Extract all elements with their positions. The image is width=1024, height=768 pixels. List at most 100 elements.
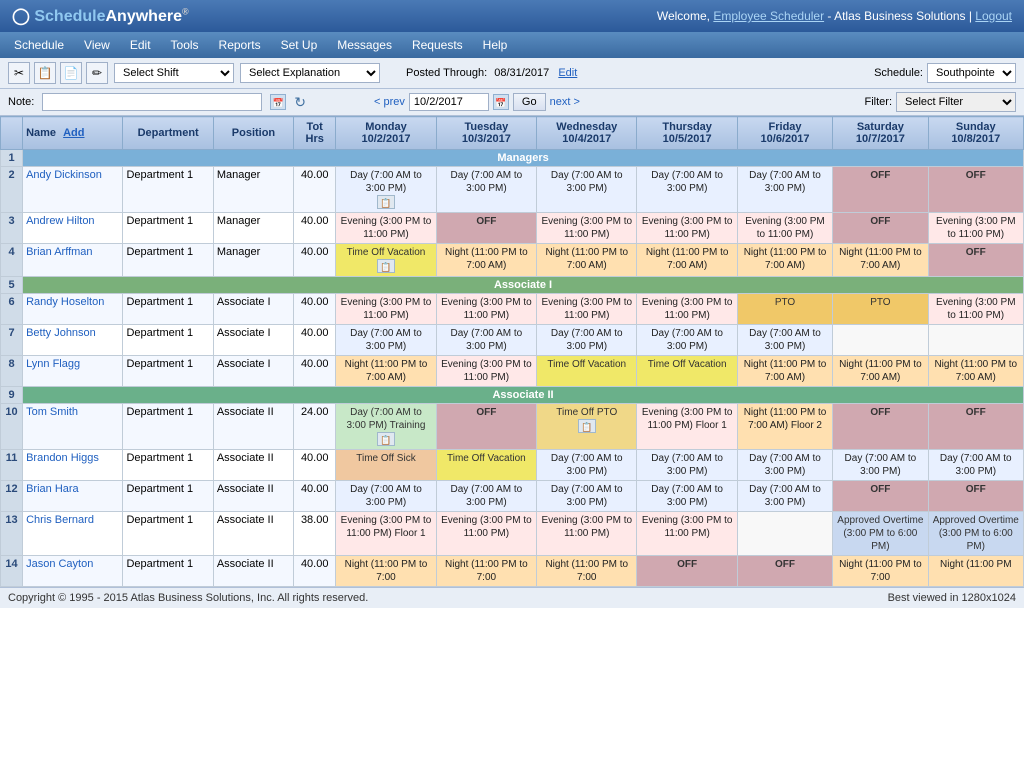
employee-name[interactable]: Andrew Hilton xyxy=(23,213,123,244)
sunday-cell[interactable]: Approved Overtime (3:00 PM to 6:00 PM) xyxy=(928,512,1023,556)
tuesday-cell[interactable]: Evening (3:00 PM to 11:00 PM) xyxy=(436,294,536,325)
monday-cell[interactable]: Day (7:00 AM to 3:00 PM)📋 xyxy=(336,167,436,213)
monday-cell[interactable]: Time Off Sick xyxy=(336,450,436,481)
nav-setup[interactable]: Set Up xyxy=(271,32,328,58)
thursday-cell[interactable]: OFF xyxy=(637,556,737,587)
nav-schedule[interactable]: Schedule xyxy=(4,32,74,58)
friday-cell[interactable]: Night (11:00 PM to 7:00 AM) xyxy=(737,356,832,387)
thursday-cell[interactable]: Evening (3:00 PM to 11:00 PM) xyxy=(637,213,737,244)
friday-cell[interactable]: Day (7:00 AM to 3:00 PM) xyxy=(737,450,832,481)
tuesday-cell[interactable]: OFF xyxy=(436,404,536,450)
sunday-cell[interactable]: Evening (3:00 PM to 11:00 PM) xyxy=(928,294,1023,325)
tuesday-cell[interactable]: Day (7:00 AM to 3:00 PM) xyxy=(436,167,536,213)
thursday-cell[interactable]: Evening (3:00 PM to 11:00 PM) xyxy=(637,294,737,325)
wednesday-cell[interactable]: Evening (3:00 PM to 11:00 PM) xyxy=(537,512,637,556)
friday-cell[interactable] xyxy=(737,512,832,556)
nav-requests[interactable]: Requests xyxy=(402,32,473,58)
monday-cell[interactable]: Day (7:00 AM to 3:00 PM) xyxy=(336,481,436,512)
monday-cell[interactable]: Night (11:00 PM to 7:00 xyxy=(336,556,436,587)
monday-cell[interactable]: Time Off Vacation📋 xyxy=(336,244,436,277)
copy-icon[interactable]: 📋 xyxy=(34,62,56,84)
tuesday-cell[interactable]: Evening (3:00 PM to 11:00 PM) xyxy=(436,512,536,556)
edit-icon[interactable]: ✏ xyxy=(86,62,108,84)
wednesday-cell[interactable]: Day (7:00 AM to 3:00 PM) xyxy=(537,167,637,213)
friday-cell[interactable]: Day (7:00 AM to 3:00 PM) xyxy=(737,325,832,356)
saturday-cell[interactable]: Day (7:00 AM to 3:00 PM) xyxy=(833,450,928,481)
nav-view[interactable]: View xyxy=(74,32,120,58)
monday-cell[interactable]: Evening (3:00 PM to 11:00 PM) Floor 1 xyxy=(336,512,436,556)
saturday-cell[interactable]: Approved Overtime (3:00 PM to 6:00 PM) xyxy=(833,512,928,556)
monday-cell[interactable]: Evening (3:00 PM to 11:00 PM) xyxy=(336,213,436,244)
nav-messages[interactable]: Messages xyxy=(327,32,402,58)
tuesday-cell[interactable]: Night (11:00 PM to 7:00 xyxy=(436,556,536,587)
monday-cell[interactable]: Day (7:00 AM to 3:00 PM) xyxy=(336,325,436,356)
sunday-cell[interactable]: Evening (3:00 PM to 11:00 PM) xyxy=(928,213,1023,244)
friday-cell[interactable]: Night (11:00 PM to 7:00 AM) xyxy=(737,244,832,277)
sunday-cell[interactable]: Day (7:00 AM to 3:00 PM) xyxy=(928,450,1023,481)
prev-link[interactable]: < prev xyxy=(374,96,405,108)
sunday-cell[interactable]: OFF xyxy=(928,244,1023,277)
employee-name[interactable]: Brian Hara xyxy=(23,481,123,512)
sunday-cell[interactable]: OFF xyxy=(928,404,1023,450)
nav-tools[interactable]: Tools xyxy=(161,32,209,58)
tuesday-cell[interactable]: Day (7:00 AM to 3:00 PM) xyxy=(436,325,536,356)
saturday-cell[interactable]: OFF xyxy=(833,167,928,213)
monday-cell[interactable]: Night (11:00 PM to 7:00 AM) xyxy=(336,356,436,387)
thursday-cell[interactable]: Time Off Vacation xyxy=(637,356,737,387)
monday-cell[interactable]: Evening (3:00 PM to 11:00 PM) xyxy=(336,294,436,325)
thursday-cell[interactable]: Day (7:00 AM to 3:00 PM) xyxy=(637,325,737,356)
employee-name[interactable]: Tom Smith xyxy=(23,404,123,450)
go-button[interactable]: Go xyxy=(513,93,546,111)
saturday-cell[interactable] xyxy=(833,325,928,356)
sunday-cell[interactable]: OFF xyxy=(928,167,1023,213)
nav-help[interactable]: Help xyxy=(473,32,518,58)
employee-name[interactable]: Brandon Higgs xyxy=(23,450,123,481)
wednesday-cell[interactable]: Evening (3:00 PM to 11:00 PM) xyxy=(537,213,637,244)
explanation-select[interactable]: Select Explanation xyxy=(240,63,380,83)
cell-icon[interactable]: 📋 xyxy=(339,432,432,447)
sunday-cell[interactable] xyxy=(928,325,1023,356)
employee-name[interactable]: Jason Cayton xyxy=(23,556,123,587)
friday-cell[interactable]: OFF xyxy=(737,556,832,587)
friday-cell[interactable]: PTO xyxy=(737,294,832,325)
wednesday-cell[interactable]: Day (7:00 AM to 3:00 PM) xyxy=(537,481,637,512)
employee-name[interactable]: Lynn Flagg xyxy=(23,356,123,387)
tuesday-cell[interactable]: Day (7:00 AM to 3:00 PM) xyxy=(436,481,536,512)
shift-select[interactable]: Select Shift xyxy=(114,63,234,83)
nav-reports[interactable]: Reports xyxy=(209,32,271,58)
date-calendar-icon[interactable]: 📅 xyxy=(493,94,509,110)
saturday-cell[interactable]: PTO xyxy=(833,294,928,325)
cell-icon[interactable]: 📋 xyxy=(339,259,432,274)
employee-name[interactable]: Andy Dickinson xyxy=(23,167,123,213)
wednesday-cell[interactable]: Time Off PTO📋 xyxy=(537,404,637,450)
nav-edit[interactable]: Edit xyxy=(120,32,161,58)
tuesday-cell[interactable]: Time Off Vacation xyxy=(436,450,536,481)
filter-select[interactable]: Select Filter xyxy=(896,92,1016,112)
cell-icon[interactable]: 📋 xyxy=(339,195,432,210)
monday-cell[interactable]: Day (7:00 AM to 3:00 PM) Training📋 xyxy=(336,404,436,450)
wednesday-cell[interactable]: Evening (3:00 PM to 11:00 PM) xyxy=(537,294,637,325)
wednesday-cell[interactable]: Night (11:00 PM to 7:00 xyxy=(537,556,637,587)
employee-name[interactable]: Chris Bernard xyxy=(23,512,123,556)
cell-icon[interactable]: 📋 xyxy=(540,419,633,434)
thursday-cell[interactable]: Night (11:00 PM to 7:00 AM) xyxy=(637,244,737,277)
wednesday-cell[interactable]: Night (11:00 PM to 7:00 AM) xyxy=(537,244,637,277)
employee-name[interactable]: Randy Hoselton xyxy=(23,294,123,325)
saturday-cell[interactable]: Night (11:00 PM to 7:00 xyxy=(833,556,928,587)
tuesday-cell[interactable]: Evening (3:00 PM to 11:00 PM) xyxy=(436,356,536,387)
thursday-cell[interactable]: Evening (3:00 PM to 11:00 PM) Floor 1 xyxy=(637,404,737,450)
friday-cell[interactable]: Evening (3:00 PM to 11:00 PM) xyxy=(737,213,832,244)
note-input[interactable] xyxy=(42,93,262,111)
wednesday-cell[interactable]: Day (7:00 AM to 3:00 PM) xyxy=(537,325,637,356)
tuesday-cell[interactable]: OFF xyxy=(436,213,536,244)
scroll-container[interactable]: Name Add Department Position Tot Hrs Mon… xyxy=(0,116,1024,587)
employee-name[interactable]: Betty Johnson xyxy=(23,325,123,356)
logout-link[interactable]: Logout xyxy=(975,9,1012,23)
next-link[interactable]: next > xyxy=(550,96,580,108)
sunday-cell[interactable]: OFF xyxy=(928,481,1023,512)
scissors-icon[interactable]: ✂ xyxy=(8,62,30,84)
thursday-cell[interactable]: Evening (3:00 PM to 11:00 PM) xyxy=(637,512,737,556)
friday-cell[interactable]: Day (7:00 AM to 3:00 PM) xyxy=(737,481,832,512)
employee-name[interactable]: Brian Arffman xyxy=(23,244,123,277)
saturday-cell[interactable]: OFF xyxy=(833,481,928,512)
